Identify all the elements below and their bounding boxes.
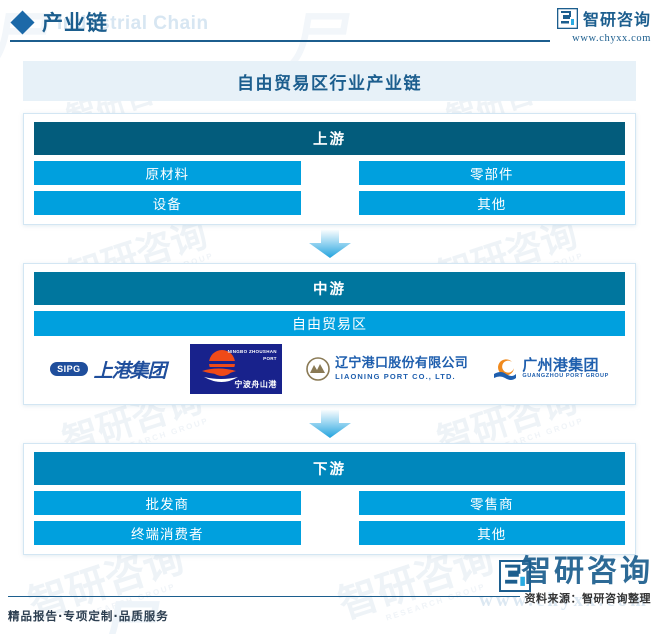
footer-tagline: 精品报告·专项定制·品质服务 bbox=[8, 609, 169, 623]
upstream-item-other[interactable]: 其他 bbox=[358, 191, 625, 215]
ningbo-en-label: NINGBO ZHOUSHAN PORT bbox=[227, 349, 277, 361]
upstream-stage-card: 上游 原材料 零部件 设备 其他 bbox=[23, 113, 636, 225]
upstream-header: 上游 bbox=[34, 122, 625, 155]
source-note: 资料来源：智研咨询整理 bbox=[524, 592, 651, 605]
guangzhou-en-label: GUANGZHOU PORT GROUP bbox=[522, 372, 609, 379]
upstream-item-components[interactable]: 零部件 bbox=[358, 161, 625, 185]
logo-liaoning-port[interactable]: 辽宁港口股份有限公司 LIAONING PORT CO., LTD. bbox=[306, 356, 469, 381]
upstream-item-raw-material[interactable]: 原材料 bbox=[34, 161, 301, 185]
downstream-item-retailer[interactable]: 零售商 bbox=[358, 491, 625, 515]
site-url: www.chyxx.com bbox=[572, 33, 651, 44]
guangzhou-cn-label: 广州港集团 bbox=[522, 356, 599, 375]
chyxx-logo-icon bbox=[556, 7, 579, 29]
liaoning-en-label: LIAONING PORT CO., LTD. bbox=[335, 371, 456, 381]
footer-watermark-label: 智研咨询 bbox=[521, 554, 653, 589]
downstream-stage-card: 下游 批发商 零售商 终端消费者 其他 bbox=[23, 443, 636, 555]
page-title: 自由贸易区行业产业链 bbox=[23, 61, 636, 101]
page-header: Industrial Chain 产业链 智研咨询 www.chyxx.com bbox=[0, 0, 659, 48]
downstream-item-end-consumer[interactable]: 终端消费者 bbox=[34, 521, 301, 545]
midstream-item-free-trade-zone[interactable]: 自由贸易区 bbox=[34, 311, 625, 336]
downstream-item-wholesaler[interactable]: 批发商 bbox=[34, 491, 301, 515]
downstream-row-1: 批发商 零售商 bbox=[34, 491, 625, 515]
liaoning-cn-label: 辽宁港口股份有限公司 bbox=[335, 356, 469, 372]
down-arrow-icon bbox=[308, 409, 351, 438]
site-logo-label: 智研咨询 bbox=[582, 10, 651, 29]
logo-sipg[interactable]: SIPG 上港集团 bbox=[50, 356, 167, 383]
downstream-header: 下游 bbox=[34, 452, 625, 485]
midstream-company-logos: SIPG 上港集团 NINGBO ZHOUSHAN PORT 宁波舟山港 辽宁港… bbox=[34, 343, 625, 395]
midstream-stage-card: 中游 自由贸易区 SIPG 上港集团 NINGBO ZHOUSHAN PORT … bbox=[23, 263, 636, 405]
upstream-row-1: 原材料 零部件 bbox=[34, 161, 625, 185]
footer-divider bbox=[8, 595, 520, 597]
logo-ningbo-zhoushan-port[interactable]: NINGBO ZHOUSHAN PORT 宁波舟山港 bbox=[189, 344, 282, 394]
sipg-name-label: 上港集团 bbox=[93, 359, 167, 382]
site-logo[interactable]: 智研咨询 www.chyxx.com bbox=[556, 6, 651, 44]
arrow-midstream-to-downstream bbox=[0, 405, 659, 443]
arrow-upstream-to-midstream bbox=[0, 225, 659, 263]
ningbo-cn-label: 宁波舟山港 bbox=[234, 380, 277, 389]
down-arrow-icon bbox=[308, 229, 351, 258]
guangzhou-wave-icon bbox=[494, 359, 517, 380]
downstream-item-other[interactable]: 其他 bbox=[358, 521, 625, 545]
liaoning-mountain-icon bbox=[306, 357, 330, 381]
header-divider bbox=[10, 40, 550, 42]
sipg-badge-label: SIPG bbox=[50, 362, 88, 376]
upstream-row-2: 设备 其他 bbox=[34, 191, 625, 215]
diamond-icon bbox=[10, 10, 35, 35]
midstream-header: 中游 bbox=[34, 272, 625, 305]
watermark-logo-icon: 尸 bbox=[95, 595, 168, 634]
downstream-row-2: 终端消费者 其他 bbox=[34, 521, 625, 545]
logo-guangzhou-port-group[interactable]: 广州港集团 GUANGZHOU PORT GROUP bbox=[492, 356, 609, 382]
upstream-item-equipment[interactable]: 设备 bbox=[34, 191, 301, 215]
brand-title-cn: 产业链 bbox=[42, 11, 108, 35]
